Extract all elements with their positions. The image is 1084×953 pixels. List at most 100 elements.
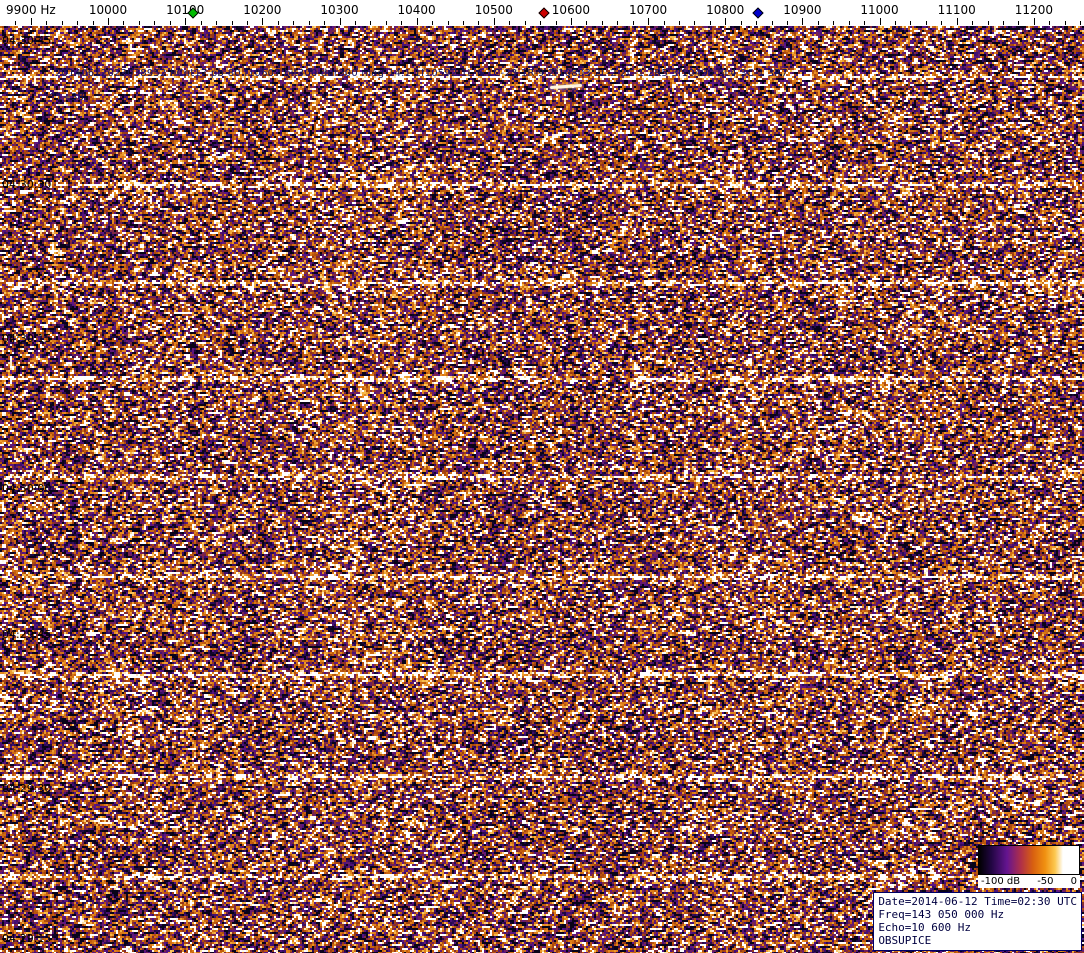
freq-tick-label: 10500 <box>474 3 513 17</box>
color-scale-legend: -100 dB -50 0 <box>978 845 1080 888</box>
db-label-min: -100 dB <box>981 876 1021 887</box>
freq-tick <box>216 21 217 25</box>
time-label: 04:30:45 <box>2 34 52 47</box>
freq-tick <box>709 21 711 25</box>
freq-tick-label: 10300 <box>320 3 359 17</box>
freq-tick <box>678 21 680 25</box>
time-label: 04:30:30 <box>2 178 52 191</box>
blue-marker[interactable] <box>751 7 764 19</box>
time-label: 04:30:15 <box>2 332 52 345</box>
freq-tick <box>138 21 140 25</box>
freq-tick <box>293 21 295 25</box>
freq-tick <box>941 21 943 25</box>
spectrum-waterfall-window: 9900 Hz 10000 10100 10200 10300 10400 10500 106… <box>0 0 1084 953</box>
freq-tick <box>740 21 742 25</box>
freq-tick-label: 11200 <box>1014 3 1053 17</box>
freq-tick-label: 10600 <box>551 3 590 17</box>
freq-tick <box>123 21 125 25</box>
freq-tick <box>231 21 233 25</box>
freq-tick <box>30 18 32 25</box>
freq-tick <box>15 21 17 25</box>
red-marker[interactable] <box>538 7 550 19</box>
color-gradient-bar <box>978 845 1080 875</box>
freq-tick-label: 10100 <box>166 3 205 17</box>
freq-tick <box>586 21 588 25</box>
freq-tick <box>725 18 727 25</box>
freq-tick-label: 10700 <box>629 3 668 17</box>
freq-tick <box>92 21 94 25</box>
meteor-detection-text: 20140612023038952 hCnt17 pb-80 f10607 bi… <box>55 68 788 79</box>
freq-tick <box>555 21 557 25</box>
freq-tick <box>169 21 171 25</box>
freq-tick <box>262 18 264 25</box>
spectrogram-canvas[interactable] <box>0 26 1084 953</box>
freq-tick <box>509 21 511 25</box>
time-label: 04:29:45 <box>2 628 52 641</box>
db-label-mid: -50 <box>1037 876 1054 887</box>
freq-tick <box>308 21 310 25</box>
freq-tick <box>524 21 526 25</box>
freq-tick <box>246 21 248 25</box>
freq-tick <box>895 21 896 25</box>
freq-tick-label: 9900 Hz <box>6 3 56 17</box>
freq-tick <box>771 21 773 25</box>
freq-tick <box>401 21 403 25</box>
detection-marker-note: ^1+38 <box>48 92 84 103</box>
freq-tick-label: 11100 <box>937 3 976 17</box>
info-line: Date=2014-06-12 Time=02:30 UTC <box>878 895 1077 908</box>
time-label: 04:29:30 <box>2 782 52 795</box>
freq-tick <box>200 21 202 25</box>
freq-tick <box>324 21 325 25</box>
freq-tick <box>478 21 480 25</box>
freq-tick <box>1049 21 1051 25</box>
freq-tick <box>694 21 696 25</box>
freq-tick <box>817 21 819 25</box>
freq-tick <box>277 21 279 25</box>
freq-tick <box>416 18 418 25</box>
freq-tick-label: 10900 <box>783 3 822 17</box>
freq-tick <box>493 18 495 25</box>
freq-tick <box>648 18 650 25</box>
freq-tick <box>925 21 927 25</box>
observation-info-box: Date=2014-06-12 Time=02:30 UTC Freq=143 0… <box>873 892 1082 951</box>
freq-tick <box>77 21 79 25</box>
freq-tick <box>787 21 788 25</box>
freq-tick <box>46 21 48 25</box>
freq-tick <box>462 21 464 25</box>
freq-tick-label: 11000 <box>860 3 899 17</box>
freq-tick <box>1064 21 1066 25</box>
freq-tick <box>987 21 989 25</box>
freq-tick <box>570 18 572 25</box>
freq-tick-label: 10800 <box>706 3 745 17</box>
freq-tick <box>848 21 850 25</box>
color-scale-labels: -100 dB -50 0 <box>978 875 1080 888</box>
freq-tick <box>956 18 958 25</box>
freq-tick <box>910 21 912 25</box>
freq-tick-label: 10000 <box>88 3 128 17</box>
freq-tick <box>972 21 974 25</box>
time-label: 04:30:00 <box>2 482 52 495</box>
db-label-max: 0 <box>1070 876 1077 887</box>
info-line: Echo=10 600 Hz <box>878 921 972 934</box>
freq-tick <box>864 21 866 25</box>
freq-tick <box>601 21 603 25</box>
freq-tick <box>632 21 634 25</box>
freq-tick <box>185 18 187 25</box>
frequency-ruler: 9900 Hz 10000 10100 10200 10300 10400 10500 106… <box>0 0 1084 26</box>
freq-tick-label: 10200 <box>243 3 282 17</box>
freq-tick <box>1018 21 1020 25</box>
freq-tick <box>540 21 542 25</box>
freq-tick <box>370 21 372 25</box>
freq-tick <box>663 21 665 25</box>
freq-tick <box>447 21 449 25</box>
freq-tick <box>617 21 619 25</box>
freq-tick <box>1080 21 1082 25</box>
time-label: 04:29:15 <box>2 932 52 945</box>
freq-tick <box>339 18 341 25</box>
freq-tick <box>154 21 156 25</box>
freq-tick <box>833 21 835 25</box>
info-line: OBSUPICE <box>878 934 932 947</box>
info-line: Freq=143 050 000 Hz <box>878 908 1005 921</box>
freq-tick-label: 10400 <box>397 3 436 17</box>
freq-tick <box>385 21 387 25</box>
